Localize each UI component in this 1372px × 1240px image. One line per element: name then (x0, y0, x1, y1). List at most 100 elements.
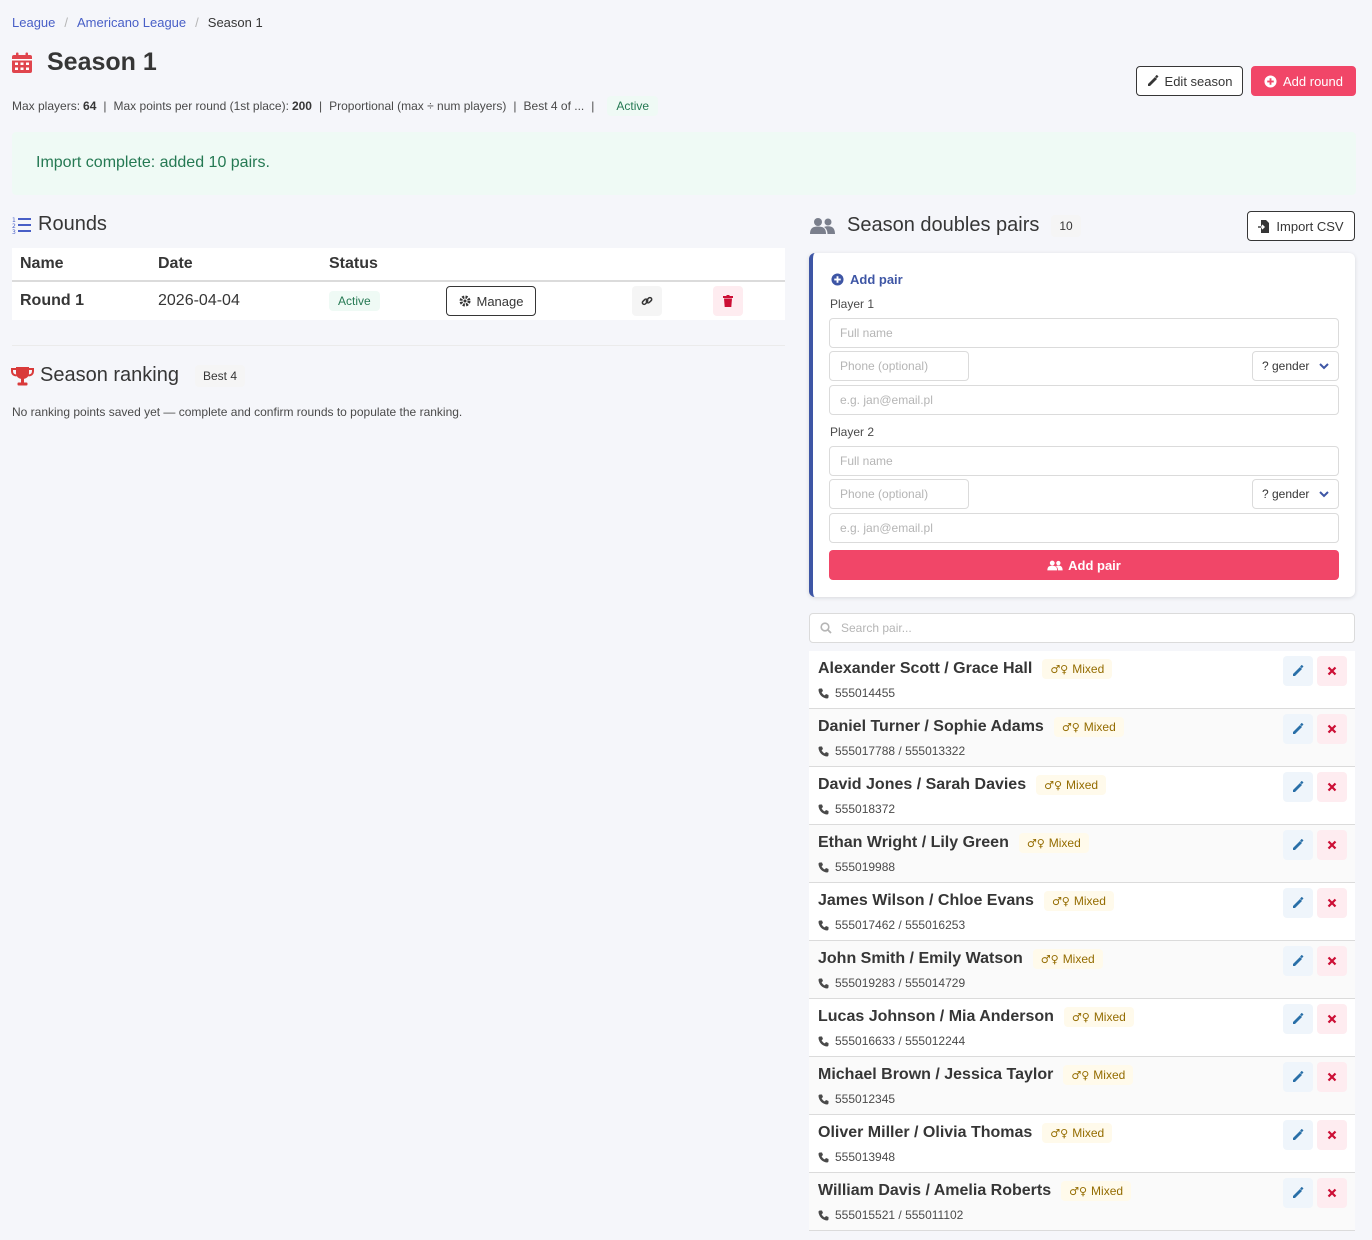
edit-pair-button[interactable] (1283, 714, 1313, 744)
remove-pair-button[interactable] (1317, 888, 1347, 918)
mixed-tag-label: Mixed (1072, 662, 1105, 676)
pair-name-line: William Davis / Amelia Roberts ♂♀ Mixed (818, 1181, 1132, 1201)
mixed-tag: ♂♀ Mixed (1042, 659, 1113, 679)
pencil-icon (1293, 1129, 1304, 1140)
list-icon: 1 2 3 (12, 217, 31, 234)
round-name: Round 1 (20, 292, 84, 309)
breadcrumb-link-americano-league[interactable]: Americano League (77, 15, 186, 30)
scoring-mode: Proportional (max ÷ num players) (329, 99, 507, 113)
gender-mixed-icon: ♂♀ (1071, 1068, 1090, 1082)
pair-phones: 555018372 (835, 802, 896, 816)
edit-pair-button[interactable] (1283, 888, 1313, 918)
remove-pair-button[interactable] (1317, 1120, 1347, 1150)
pair-phones: 555016633 / 555012244 (835, 1034, 966, 1048)
gender-mixed-icon: ♂♀ (1050, 1126, 1069, 1140)
edit-pair-button[interactable] (1283, 656, 1313, 686)
pair-name: Michael Brown / Jessica Taylor (818, 1066, 1054, 1083)
remove-pair-button[interactable] (1317, 1178, 1347, 1208)
users-icon (810, 217, 835, 234)
column-header-name: Name (12, 248, 150, 282)
pair-phone-line: 555014455 (818, 686, 895, 700)
pair-name-line: Lucas Johnson / Mia Anderson ♂♀ Mixed (818, 1007, 1134, 1027)
player1-gender-value: ? gender (1262, 359, 1310, 373)
breadcrumb-link-league[interactable]: League (12, 15, 55, 30)
column-header-empty (624, 248, 705, 282)
trophy-icon (11, 366, 34, 385)
player2-name-input[interactable]: Full name (829, 446, 1339, 476)
pair-phone-line: 555017788 / 555013322 (818, 744, 965, 758)
pencil-icon (1293, 665, 1304, 676)
chevron-down-icon (1319, 490, 1329, 497)
add-round-button[interactable]: Add round (1251, 66, 1356, 96)
manage-round-button[interactable]: Manage (446, 286, 536, 316)
edit-pair-button[interactable] (1283, 830, 1313, 860)
phone-icon (818, 688, 829, 698)
remove-pair-button[interactable] (1317, 1004, 1347, 1034)
remove-pair-button[interactable] (1317, 946, 1347, 976)
mixed-tag-label: Mixed (1062, 952, 1095, 966)
player2-gender-select[interactable]: ? gender (1252, 479, 1339, 509)
users-icon (1047, 560, 1063, 570)
breadcrumb: League / Americano League / Season 1 (12, 15, 263, 30)
plus-circle-icon (1264, 74, 1277, 88)
edit-pair-button[interactable] (1283, 1120, 1313, 1150)
add-pair-submit-label: Add pair (1068, 557, 1121, 573)
pair-row: Ethan Wright / Lily Green ♂♀ Mixed 55501… (809, 825, 1355, 883)
close-icon (1327, 1014, 1337, 1024)
remove-pair-button[interactable] (1317, 714, 1347, 744)
delete-round-button[interactable] (713, 286, 743, 316)
breadcrumb-separator: / (195, 15, 199, 30)
edit-pair-button[interactable] (1283, 1178, 1313, 1208)
add-pair-submit-button[interactable]: Add pair (829, 550, 1339, 580)
remove-pair-button[interactable] (1317, 656, 1347, 686)
pair-phones: 555015521 / 555011102 (835, 1208, 964, 1222)
pair-name-line: David Jones / Sarah Davies ♂♀ Mixed (818, 775, 1107, 795)
pair-name-line: Oliver Miller / Olivia Thomas ♂♀ Mixed (818, 1123, 1113, 1143)
import-csv-label: Import CSV (1276, 218, 1344, 234)
meta-divider: | (513, 99, 517, 113)
import-csv-button[interactable]: Import CSV (1247, 211, 1355, 241)
pair-name: David Jones / Sarah Davies (818, 776, 1027, 793)
edit-season-button[interactable]: Edit season (1136, 66, 1243, 96)
search-pair-input[interactable]: Search pair... (809, 613, 1355, 643)
phone-icon (818, 978, 829, 988)
ranking-heading: Season ranking Best 4 (11, 364, 246, 387)
pencil-icon (1293, 955, 1304, 966)
mixed-tag-label: Mixed (1093, 1068, 1126, 1082)
player1-email-input[interactable]: e.g. jan@email.pl (829, 385, 1339, 415)
pair-name-line: Michael Brown / Jessica Taylor ♂♀ Mixed (818, 1065, 1134, 1085)
player2-phone-input[interactable]: Phone (optional) (829, 479, 969, 509)
copy-link-button[interactable] (632, 286, 662, 316)
player2-email-input[interactable]: e.g. jan@email.pl (829, 513, 1339, 543)
max-players-label: Max players: (12, 99, 81, 113)
pair-row: Daniel Turner / Sophie Adams ♂♀ Mixed 55… (809, 709, 1355, 767)
phone-icon (818, 746, 829, 756)
pair-row: Michael Brown / Jessica Taylor ♂♀ Mixed … (809, 1057, 1355, 1115)
edit-season-label: Edit season (1164, 73, 1233, 89)
remove-pair-button[interactable] (1317, 772, 1347, 802)
edit-pair-button[interactable] (1283, 772, 1313, 802)
round-status-cell: Active (321, 281, 438, 320)
pencil-icon (1293, 723, 1304, 734)
pair-name: William Davis / Amelia Roberts (818, 1182, 1052, 1199)
player1-name-input[interactable]: Full name (829, 318, 1339, 348)
remove-pair-button[interactable] (1317, 830, 1347, 860)
player1-label: Player 1 (830, 297, 875, 311)
max-points-label: Max points per round (1st place): (113, 99, 289, 113)
gender-mixed-icon: ♂♀ (1044, 778, 1063, 792)
edit-pair-button[interactable] (1283, 946, 1313, 976)
pencil-icon (1293, 1013, 1304, 1024)
edit-pair-button[interactable] (1283, 1062, 1313, 1092)
phone-icon (818, 1152, 829, 1162)
add-round-label: Add round (1283, 73, 1343, 89)
remove-pair-button[interactable] (1317, 1062, 1347, 1092)
player1-gender-select[interactable]: ? gender (1252, 351, 1339, 381)
rounds-heading: 1 2 3 Rounds (12, 213, 107, 236)
mixed-tag: ♂♀ Mixed (1063, 1007, 1134, 1027)
meta-divider: | (591, 99, 595, 113)
best-of: Best 4 of ... (523, 99, 585, 113)
mixed-tag-label: Mixed (1072, 1126, 1105, 1140)
player1-phone-input[interactable]: Phone (optional) (829, 351, 969, 381)
mixed-tag-label: Mixed (1091, 1184, 1124, 1198)
edit-pair-button[interactable] (1283, 1004, 1313, 1034)
